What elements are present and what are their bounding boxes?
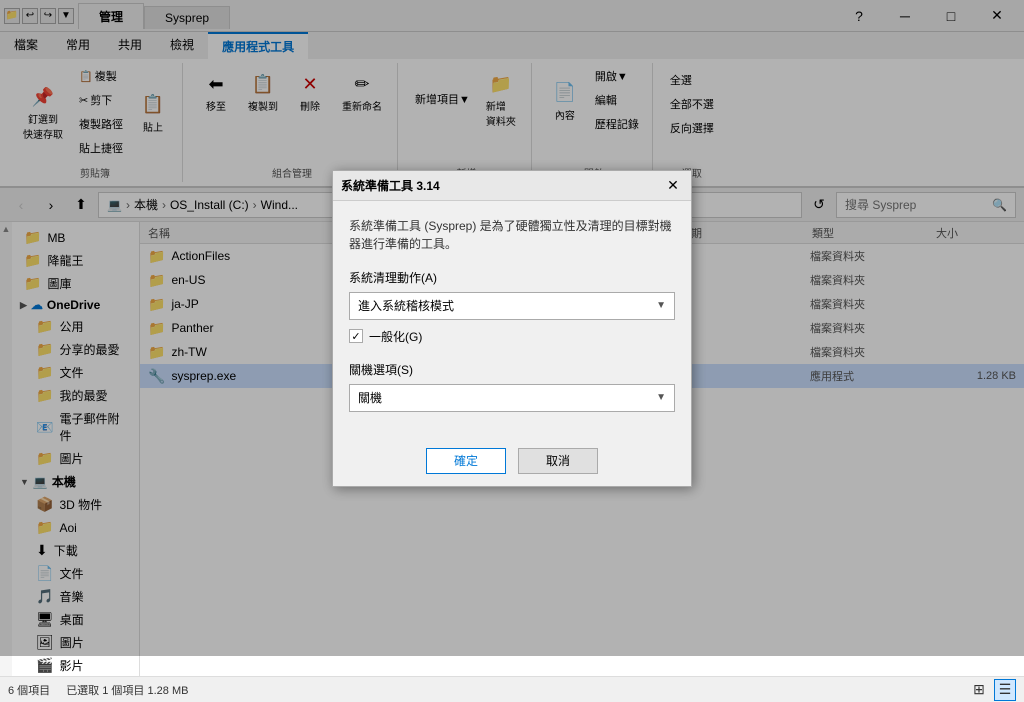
dialog-title: 系統準備工具 3.14 xyxy=(341,177,440,194)
dialog-description: 系統準備工具 (Sysprep) 是為了硬體獨立性及清理的目標對機器進行準備的工… xyxy=(349,217,675,253)
confirm-btn[interactable]: 確定 xyxy=(426,448,506,474)
system-cleanup-dropdown-arrow: ▼ xyxy=(656,300,666,311)
status-bar: 6 個項目 已選取 1 個項目 1.28 MB ⊞ ☰ xyxy=(0,676,1024,702)
grid-view-btn[interactable]: ⊞ xyxy=(968,679,990,701)
dialog-close-btn[interactable]: ✕ xyxy=(663,175,683,195)
dialog-overlay: 系統準備工具 3.14 ✕ 系統準備工具 (Sysprep) 是為了硬體獨立性及… xyxy=(0,0,1024,656)
shutdown-value: 關機 xyxy=(358,389,382,406)
cancel-btn[interactable]: 取消 xyxy=(518,448,598,474)
system-cleanup-label: 系統清理動作(A) xyxy=(349,269,675,286)
videos-icon: 🎬 xyxy=(36,657,53,674)
shutdown-dropdown-arrow: ▼ xyxy=(656,392,666,403)
system-cleanup-value: 進入系統稽核模式 xyxy=(358,297,454,314)
sidebar-item-videos-label: 影片 xyxy=(59,657,83,674)
dialog-buttons: 確定 取消 xyxy=(333,436,691,486)
generalize-row: ✓ 一般化(G) xyxy=(349,328,675,345)
item-count: 6 個項目 xyxy=(8,682,50,698)
shutdown-label: 關機選項(S) xyxy=(349,361,675,378)
view-toggle: ⊞ ☰ xyxy=(968,679,1016,701)
sidebar-item-videos[interactable]: 🎬 影片 xyxy=(12,654,139,676)
generalize-checkbox[interactable]: ✓ xyxy=(349,329,363,343)
shutdown-select[interactable]: 關機 ▼ xyxy=(349,384,675,412)
selected-count: 已選取 1 個項目 1.28 MB xyxy=(66,682,188,698)
system-cleanup-select[interactable]: 進入系統稽核模式 ▼ xyxy=(349,292,675,320)
list-view-btn[interactable]: ☰ xyxy=(994,679,1016,701)
generalize-label: 一般化(G) xyxy=(369,328,422,345)
dialog-title-bar: 系統準備工具 3.14 ✕ xyxy=(333,171,691,201)
dialog-body: 系統準備工具 (Sysprep) 是為了硬體獨立性及清理的目標對機器進行準備的工… xyxy=(333,201,691,436)
sysprep-dialog: 系統準備工具 3.14 ✕ 系統準備工具 (Sysprep) 是為了硬體獨立性及… xyxy=(332,170,692,487)
